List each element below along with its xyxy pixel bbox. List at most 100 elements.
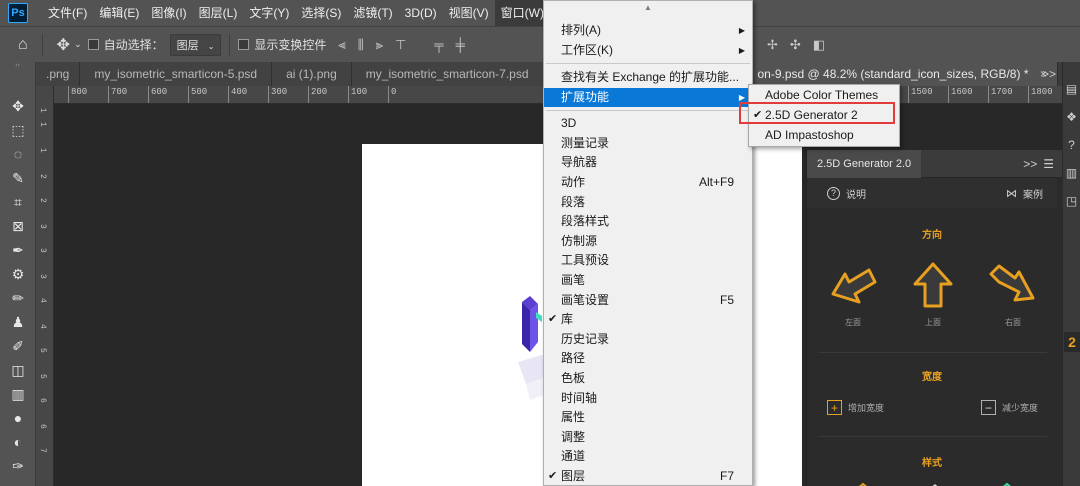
panel-icon[interactable]: ▤ — [1063, 82, 1080, 96]
home-icon[interactable]: ⌂ — [18, 36, 28, 54]
ruler-label: 1 — [38, 122, 47, 127]
collapse-panel-button[interactable]: >> — [1023, 157, 1037, 171]
menu-item-properties[interactable]: 属性 — [544, 408, 752, 427]
direction-up-button[interactable]: 上面 — [903, 260, 963, 328]
panel-grip-icon[interactable]: ›› — [0, 62, 35, 69]
menu-item-timeline[interactable]: 时间轴 — [544, 389, 752, 408]
menu-item-measurement-log[interactable]: 测量记录 — [544, 134, 752, 153]
align-right-icon[interactable]: ⫸ — [376, 37, 383, 53]
panel-tab[interactable]: 2.5D Generator 2.0 — [807, 149, 922, 178]
direction-right-button[interactable]: 右面 — [983, 260, 1043, 328]
reduce-width-button[interactable]: − 减少宽度 — [981, 400, 1038, 415]
menu-filter[interactable]: 滤镜(T) — [347, 0, 398, 26]
history-brush-tool-icon[interactable]: ✐ — [0, 334, 36, 358]
menu-item-channels[interactable]: 通道 — [544, 447, 752, 466]
add-width-button[interactable]: + 增加宽度 — [827, 400, 884, 415]
crop-tool-icon[interactable]: ⌗ — [0, 190, 36, 214]
gradient-tool-icon[interactable]: ▥ — [0, 382, 36, 406]
distribute-top-icon[interactable]: ╤ — [434, 37, 443, 52]
panel-icon[interactable]: ? — [1063, 138, 1080, 152]
checkbox-icon[interactable] — [87, 39, 99, 50]
3d-pan-icon[interactable]: ✣ — [790, 37, 801, 53]
ruler-label: 1800 — [1028, 86, 1053, 103]
document-tab[interactable]: .png — [36, 62, 81, 86]
document-tab[interactable]: my_isometric_smarticon-5.psd — [80, 62, 273, 86]
menu-item-paragraph[interactable]: 段落 — [544, 193, 752, 212]
pen-tool-icon[interactable]: ✑ — [0, 454, 36, 478]
move-tool-icon[interactable]: ✥ — [57, 35, 70, 55]
menu-item-navigator[interactable]: 导航器 — [544, 153, 752, 172]
menu-item-workspace[interactable]: 工作区(K) ▶ — [544, 41, 752, 60]
divider — [819, 352, 1047, 353]
panel-number-badge[interactable]: 2 — [1064, 332, 1080, 352]
direction-left-button[interactable]: 左面 — [823, 260, 883, 328]
menu-select[interactable]: 选择(S) — [295, 0, 347, 26]
help-button[interactable]: ? 说明 — [827, 186, 866, 201]
distribute-middle-icon[interactable]: ╪ — [456, 37, 465, 52]
menu-item-3d[interactable]: 3D — [544, 114, 752, 133]
marquee-tool-icon[interactable]: ⬚ — [0, 118, 36, 142]
align-left-icon[interactable]: ⫷ — [338, 37, 345, 53]
style-title: 样式 — [922, 458, 942, 469]
menu-window[interactable]: 窗口(W) — [494, 0, 550, 26]
panel-icon[interactable]: ❖ — [1063, 110, 1080, 124]
direction-right-label: 右面 — [1005, 318, 1021, 327]
eraser-tool-icon[interactable]: ◫ — [0, 358, 36, 382]
blur-tool-icon[interactable]: ● — [0, 406, 36, 430]
help-row: ? 说明 ⋈ 案例 — [807, 178, 1057, 208]
document-tab[interactable]: ai (1).png — [272, 62, 352, 86]
eyedropper-tool-icon[interactable]: ✒ — [0, 238, 36, 262]
menu-item-layers[interactable]: ✔ 图层 F7 — [544, 467, 752, 486]
dodge-tool-icon[interactable]: ◐ — [0, 430, 36, 454]
menu-item-history[interactable]: 历史记录 — [544, 330, 752, 349]
menu-image[interactable]: 图像(I) — [145, 0, 192, 26]
style-presets-icon[interactable] — [807, 474, 1063, 486]
menu-item-paths[interactable]: 路径 — [544, 349, 752, 368]
stamp-tool-icon[interactable]: ♟ — [0, 310, 36, 334]
menu-item-paragraph-styles[interactable]: 段落样式 — [544, 212, 752, 231]
submenu-arrow-icon: ▶ — [738, 46, 745, 55]
frame-tool-icon[interactable]: ⊠ — [0, 214, 36, 238]
auto-select-dropdown[interactable]: 图层 ⌄ — [169, 33, 222, 56]
quick-select-tool-icon[interactable]: ✎ — [0, 166, 36, 190]
move-tool-icon[interactable]: ✥ — [0, 94, 36, 118]
menu-item-extensions[interactable]: 扩展功能 ▶ — [544, 88, 752, 107]
brush-tool-icon[interactable]: ✏ — [0, 286, 36, 310]
menu-view[interactable]: 视图(V) — [443, 0, 495, 26]
examples-button[interactable]: ⋈ 案例 — [1006, 186, 1043, 201]
3d-rotate-icon[interactable]: ✢ — [767, 37, 778, 53]
auto-select-checkbox[interactable]: 自动选择： — [87, 36, 164, 53]
tab-label: on-9.psd @ 48.2% (standard_icon_sizes, R… — [757, 67, 1029, 81]
menu-file[interactable]: 文件(F) — [42, 0, 93, 26]
submenu-item-ad-impastoshop[interactable]: AD Impastoshop — [749, 126, 899, 145]
menu-item-adjustments[interactable]: 调整 — [544, 428, 752, 447]
lasso-tool-icon[interactable]: ◌ — [0, 142, 36, 166]
menu-item-actions[interactable]: 动作 Alt+F9 — [544, 173, 752, 192]
menu-item-arrange[interactable]: 排列(A) ▶ — [544, 21, 752, 40]
menu-item-swatches[interactable]: 色板 — [544, 369, 752, 388]
checkbox-icon[interactable] — [238, 39, 250, 50]
tab-overflow-button[interactable]: >> — [1042, 62, 1056, 86]
scroll-up-icon[interactable]: ▲ — [544, 3, 752, 12]
menu-item-clone-source[interactable]: 仿制源 — [544, 232, 752, 251]
menu-item-libraries[interactable]: ✔ 库 — [544, 310, 752, 329]
show-transform-checkbox[interactable]: 显示变换控件 — [238, 36, 326, 53]
align-top-icon[interactable]: ⊤ — [395, 37, 406, 53]
menu-type[interactable]: 文字(Y) — [243, 0, 295, 26]
menu-item-label: 段落 — [561, 195, 586, 209]
menu-item-tool-presets[interactable]: 工具预设 — [544, 251, 752, 270]
healing-tool-icon[interactable]: ⚙ — [0, 262, 36, 286]
panel-menu-icon[interactable]: ☰ — [1043, 157, 1054, 171]
menu-item-brushes[interactable]: 画笔 — [544, 271, 752, 290]
document-tab[interactable]: my_isometric_smarticon-7.psd — [351, 62, 544, 86]
menu-layer[interactable]: 图层(L) — [193, 0, 244, 26]
chevron-down-icon[interactable]: ⌄ — [74, 39, 82, 50]
menu-item-find-extensions[interactable]: 查找有关 Exchange 的扩展功能... — [544, 68, 752, 87]
align-hcenter-icon[interactable]: ⫼ — [358, 37, 364, 53]
menu-edit[interactable]: 编辑(E) — [93, 0, 145, 26]
3d-camera-icon[interactable]: ◧ — [813, 37, 825, 53]
menu-item-brush-settings[interactable]: 画笔设置 F5 — [544, 291, 752, 310]
menu-3d[interactable]: 3D(D) — [399, 0, 443, 26]
panel-icon[interactable]: ◳ — [1063, 194, 1080, 208]
panel-icon[interactable]: ▥ — [1063, 166, 1080, 180]
